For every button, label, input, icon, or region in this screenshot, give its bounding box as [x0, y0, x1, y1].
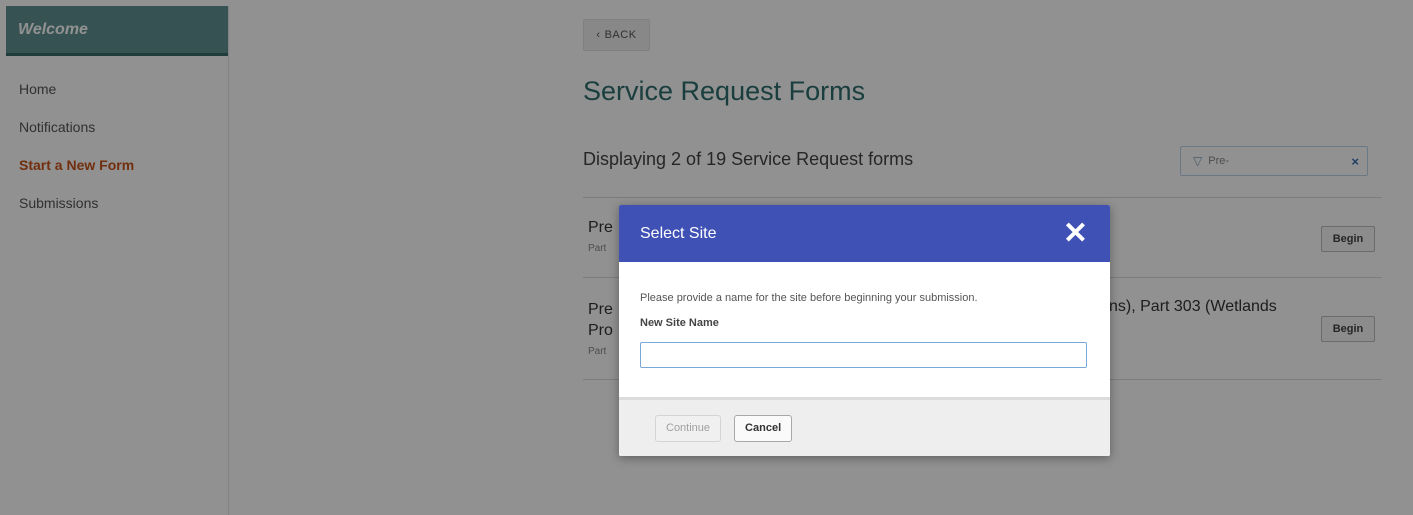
new-site-name-label: New Site Name	[640, 317, 719, 329]
select-site-dialog: Select Site ✕ Please provide a name for …	[619, 205, 1110, 456]
continue-button[interactable]: Continue	[655, 414, 722, 442]
cancel-button[interactable]: Cancel	[734, 414, 793, 442]
modal-body: Please provide a name for the site befor…	[619, 262, 1110, 396]
close-icon[interactable]: ✕	[1063, 218, 1088, 249]
modal-description: Please provide a name for the site befor…	[640, 292, 978, 304]
modal-header: Select Site ✕	[619, 205, 1110, 262]
modal-title: Select Site	[640, 224, 717, 242]
modal-footer: Continue Cancel	[619, 397, 1110, 456]
new-site-name-input[interactable]	[640, 342, 1087, 368]
